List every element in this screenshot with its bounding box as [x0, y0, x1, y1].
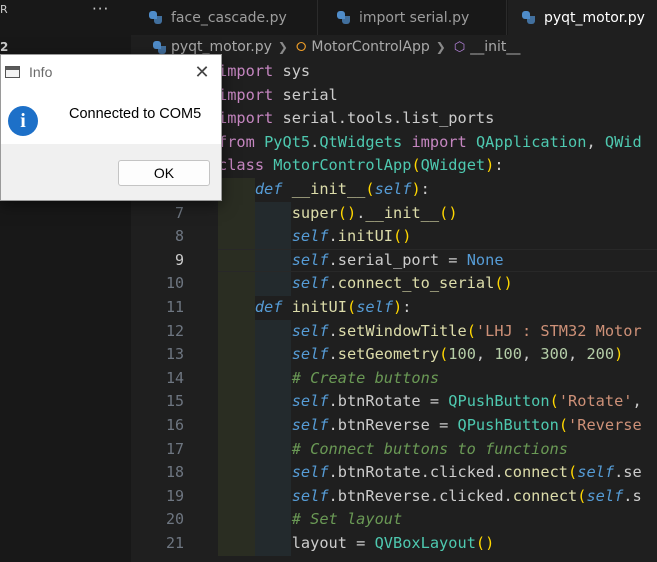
python-file-icon — [153, 40, 166, 54]
close-icon[interactable]: ✕ — [187, 58, 217, 86]
dialog-title: Info — [29, 64, 53, 80]
line-number: 9 — [174, 250, 184, 269]
code-text[interactable]: self.initUI() — [218, 225, 412, 249]
line-number: 20 — [165, 510, 184, 529]
breadcrumb-method[interactable]: __init__ — [470, 39, 520, 55]
chevron-right-icon: ❯ — [277, 40, 288, 54]
breadcrumb-class[interactable]: MotorControlApp — [311, 39, 429, 55]
code-line[interactable]: 20 # Set layout — [131, 508, 657, 532]
code-line[interactable]: 19 self.btnReverse.clicked.connect(self.… — [131, 485, 657, 509]
line-number: 7 — [174, 203, 184, 222]
code-text[interactable]: def __init__(self): — [218, 178, 430, 202]
line-number: 15 — [165, 392, 184, 411]
code-line[interactable]: 15 self.btnRotate = QPushButton('Rotate'… — [131, 390, 657, 414]
method-icon: ⬡ — [453, 39, 466, 55]
tab-face-cascade[interactable]: face_cascade.py — [131, 0, 318, 35]
code-text[interactable]: from PyQt5.QtWidgets import QApplication… — [218, 131, 642, 155]
code-line[interactable]: 10 self.connect_to_serial() — [131, 272, 657, 296]
line-number: 16 — [165, 416, 184, 434]
breadcrumb-file[interactable]: pyqt_motor.py — [171, 39, 272, 55]
line-number: 19 — [165, 486, 184, 505]
code-line[interactable]: 11 def initUI(self): — [131, 296, 657, 320]
code-line[interactable]: 12 self.setWindowTitle('LHJ : STM32 Moto… — [131, 320, 657, 344]
code-text[interactable]: self.setWindowTitle('LHJ : STM32 Motor — [218, 320, 642, 344]
line-number: 14 — [165, 368, 184, 387]
code-line[interactable]: 17 # Connect buttons to functions — [131, 438, 657, 462]
code-line[interactable]: 18 self.btnRotate.clicked.connect(self.s… — [131, 461, 657, 485]
code-text[interactable]: # Set layout — [218, 508, 403, 532]
code-text[interactable]: import serial — [218, 84, 338, 108]
code-line[interactable]: 9 self.serial_port = None — [131, 248, 657, 273]
line-number: 8 — [174, 227, 184, 246]
tab-pyqt-motor[interactable]: pyqt_motor.py — [508, 0, 657, 35]
code-line[interactable]: 14 # Create buttons — [131, 367, 657, 391]
code-text[interactable]: import serial.tools.list_ports — [218, 107, 494, 131]
code-text[interactable]: self.btnReverse.clicked.connect(self.s — [218, 485, 642, 509]
dialog-footer: OK — [1, 144, 221, 200]
line-number: 10 — [165, 274, 184, 293]
code-text[interactable]: self.setGeometry(100, 100, 300, 200) — [218, 343, 624, 367]
tab-bar: face_cascade.py import serial.py pyqt_mo… — [131, 0, 657, 35]
chevron-right-icon: ❯ — [435, 40, 446, 54]
line-number: 21 — [165, 534, 184, 552]
tab-label: pyqt_motor.py — [544, 9, 645, 26]
code-text[interactable]: self.btnReverse = QPushButton('Reverse — [218, 414, 642, 438]
code-text[interactable]: self.connect_to_serial() — [218, 272, 513, 296]
info-icon: i — [8, 106, 38, 136]
code-text[interactable]: # Create buttons — [218, 367, 439, 391]
dialog-body: i Connected to COM5 — [1, 89, 221, 145]
code-text[interactable]: class MotorControlApp(QWidget): — [218, 154, 504, 178]
more-actions-icon[interactable]: ··· — [92, 0, 109, 18]
code-text[interactable]: def initUI(self): — [218, 296, 412, 320]
line-number: 18 — [165, 463, 184, 482]
class-icon: ⭘ — [295, 39, 307, 55]
code-line[interactable]: 7 super().__init__() — [131, 202, 657, 226]
sidebar-badge: 2 — [0, 40, 9, 54]
line-number: 13 — [165, 345, 184, 364]
code-line[interactable]: 16 self.btnReverse = QPushButton('Revers… — [131, 414, 657, 438]
window-icon — [5, 66, 20, 78]
code-text[interactable]: layout = QVBoxLayout() — [218, 532, 495, 556]
code-text[interactable]: super().__init__() — [218, 202, 458, 226]
line-number: 12 — [165, 321, 184, 340]
python-file-icon — [522, 11, 535, 24]
dialog-titlebar[interactable]: Info ✕ — [1, 55, 221, 89]
python-file-icon — [149, 11, 162, 24]
code-text[interactable]: # Connect buttons to functions — [218, 438, 568, 462]
dialog-message: Connected to COM5 — [69, 106, 202, 122]
line-number: 17 — [165, 439, 184, 458]
line-number: 11 — [165, 298, 184, 316]
tab-label: face_cascade.py — [171, 9, 287, 26]
code-line[interactable]: 21 layout = QVBoxLayout() — [131, 532, 657, 556]
info-dialog: Info ✕ i Connected to COM5 OK — [0, 54, 222, 201]
code-line[interactable]: 8 self.initUI() — [131, 225, 657, 249]
code-text[interactable]: import sys — [218, 60, 310, 84]
ok-button[interactable]: OK — [118, 160, 210, 186]
code-text[interactable]: self.btnRotate.clicked.connect(self.se — [218, 461, 642, 485]
code-text[interactable]: self.serial_port = None — [218, 249, 504, 273]
tab-import-serial[interactable]: import serial.py — [319, 0, 507, 35]
tab-label: import serial.py — [359, 9, 470, 26]
code-line[interactable]: 13 self.setGeometry(100, 100, 300, 200) — [131, 343, 657, 367]
python-file-icon — [337, 11, 350, 24]
code-text[interactable]: self.btnRotate = QPushButton('Rotate', — [218, 390, 642, 414]
sidebar-title: R — [0, 3, 8, 16]
